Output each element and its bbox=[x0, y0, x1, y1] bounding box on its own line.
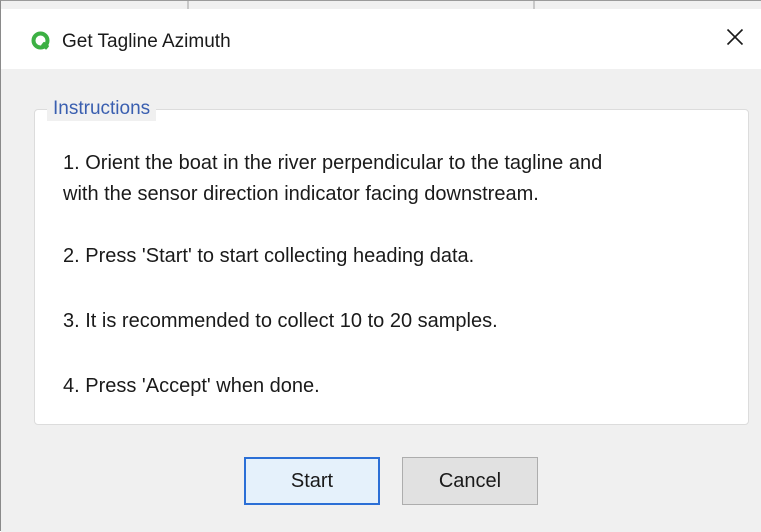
cancel-button[interactable]: Cancel bbox=[402, 457, 538, 505]
dialog-window: Get Tagline Azimuth Instructions 1. Orie… bbox=[0, 0, 761, 532]
dialog-title: Get Tagline Azimuth bbox=[62, 31, 231, 52]
title-bar[interactable]: Get Tagline Azimuth bbox=[1, 9, 761, 69]
instruction-step-1-line-2: with the sensor direction indicator faci… bbox=[63, 183, 539, 205]
q-logo-icon bbox=[31, 31, 51, 51]
dialog-content: Instructions 1. Orient the boat in the r… bbox=[1, 69, 761, 532]
close-icon bbox=[726, 28, 744, 51]
instructions-groupbox: Instructions 1. Orient the boat in the r… bbox=[34, 97, 749, 425]
instruction-step-4: 4. Press 'Accept' when done. bbox=[63, 375, 320, 397]
start-button[interactable]: Start bbox=[244, 457, 380, 505]
background-window-artifact bbox=[533, 1, 535, 9]
instructions-legend: Instructions bbox=[47, 97, 157, 121]
instruction-step-1-line-1: 1. Orient the boat in the river perpendi… bbox=[63, 152, 603, 174]
background-window-artifact bbox=[187, 1, 189, 9]
instruction-step-2: 2. Press 'Start' to start collecting hea… bbox=[63, 245, 475, 267]
instruction-step-3: 3. It is recommended to collect 10 to 20… bbox=[63, 310, 498, 332]
close-button[interactable] bbox=[715, 21, 755, 57]
